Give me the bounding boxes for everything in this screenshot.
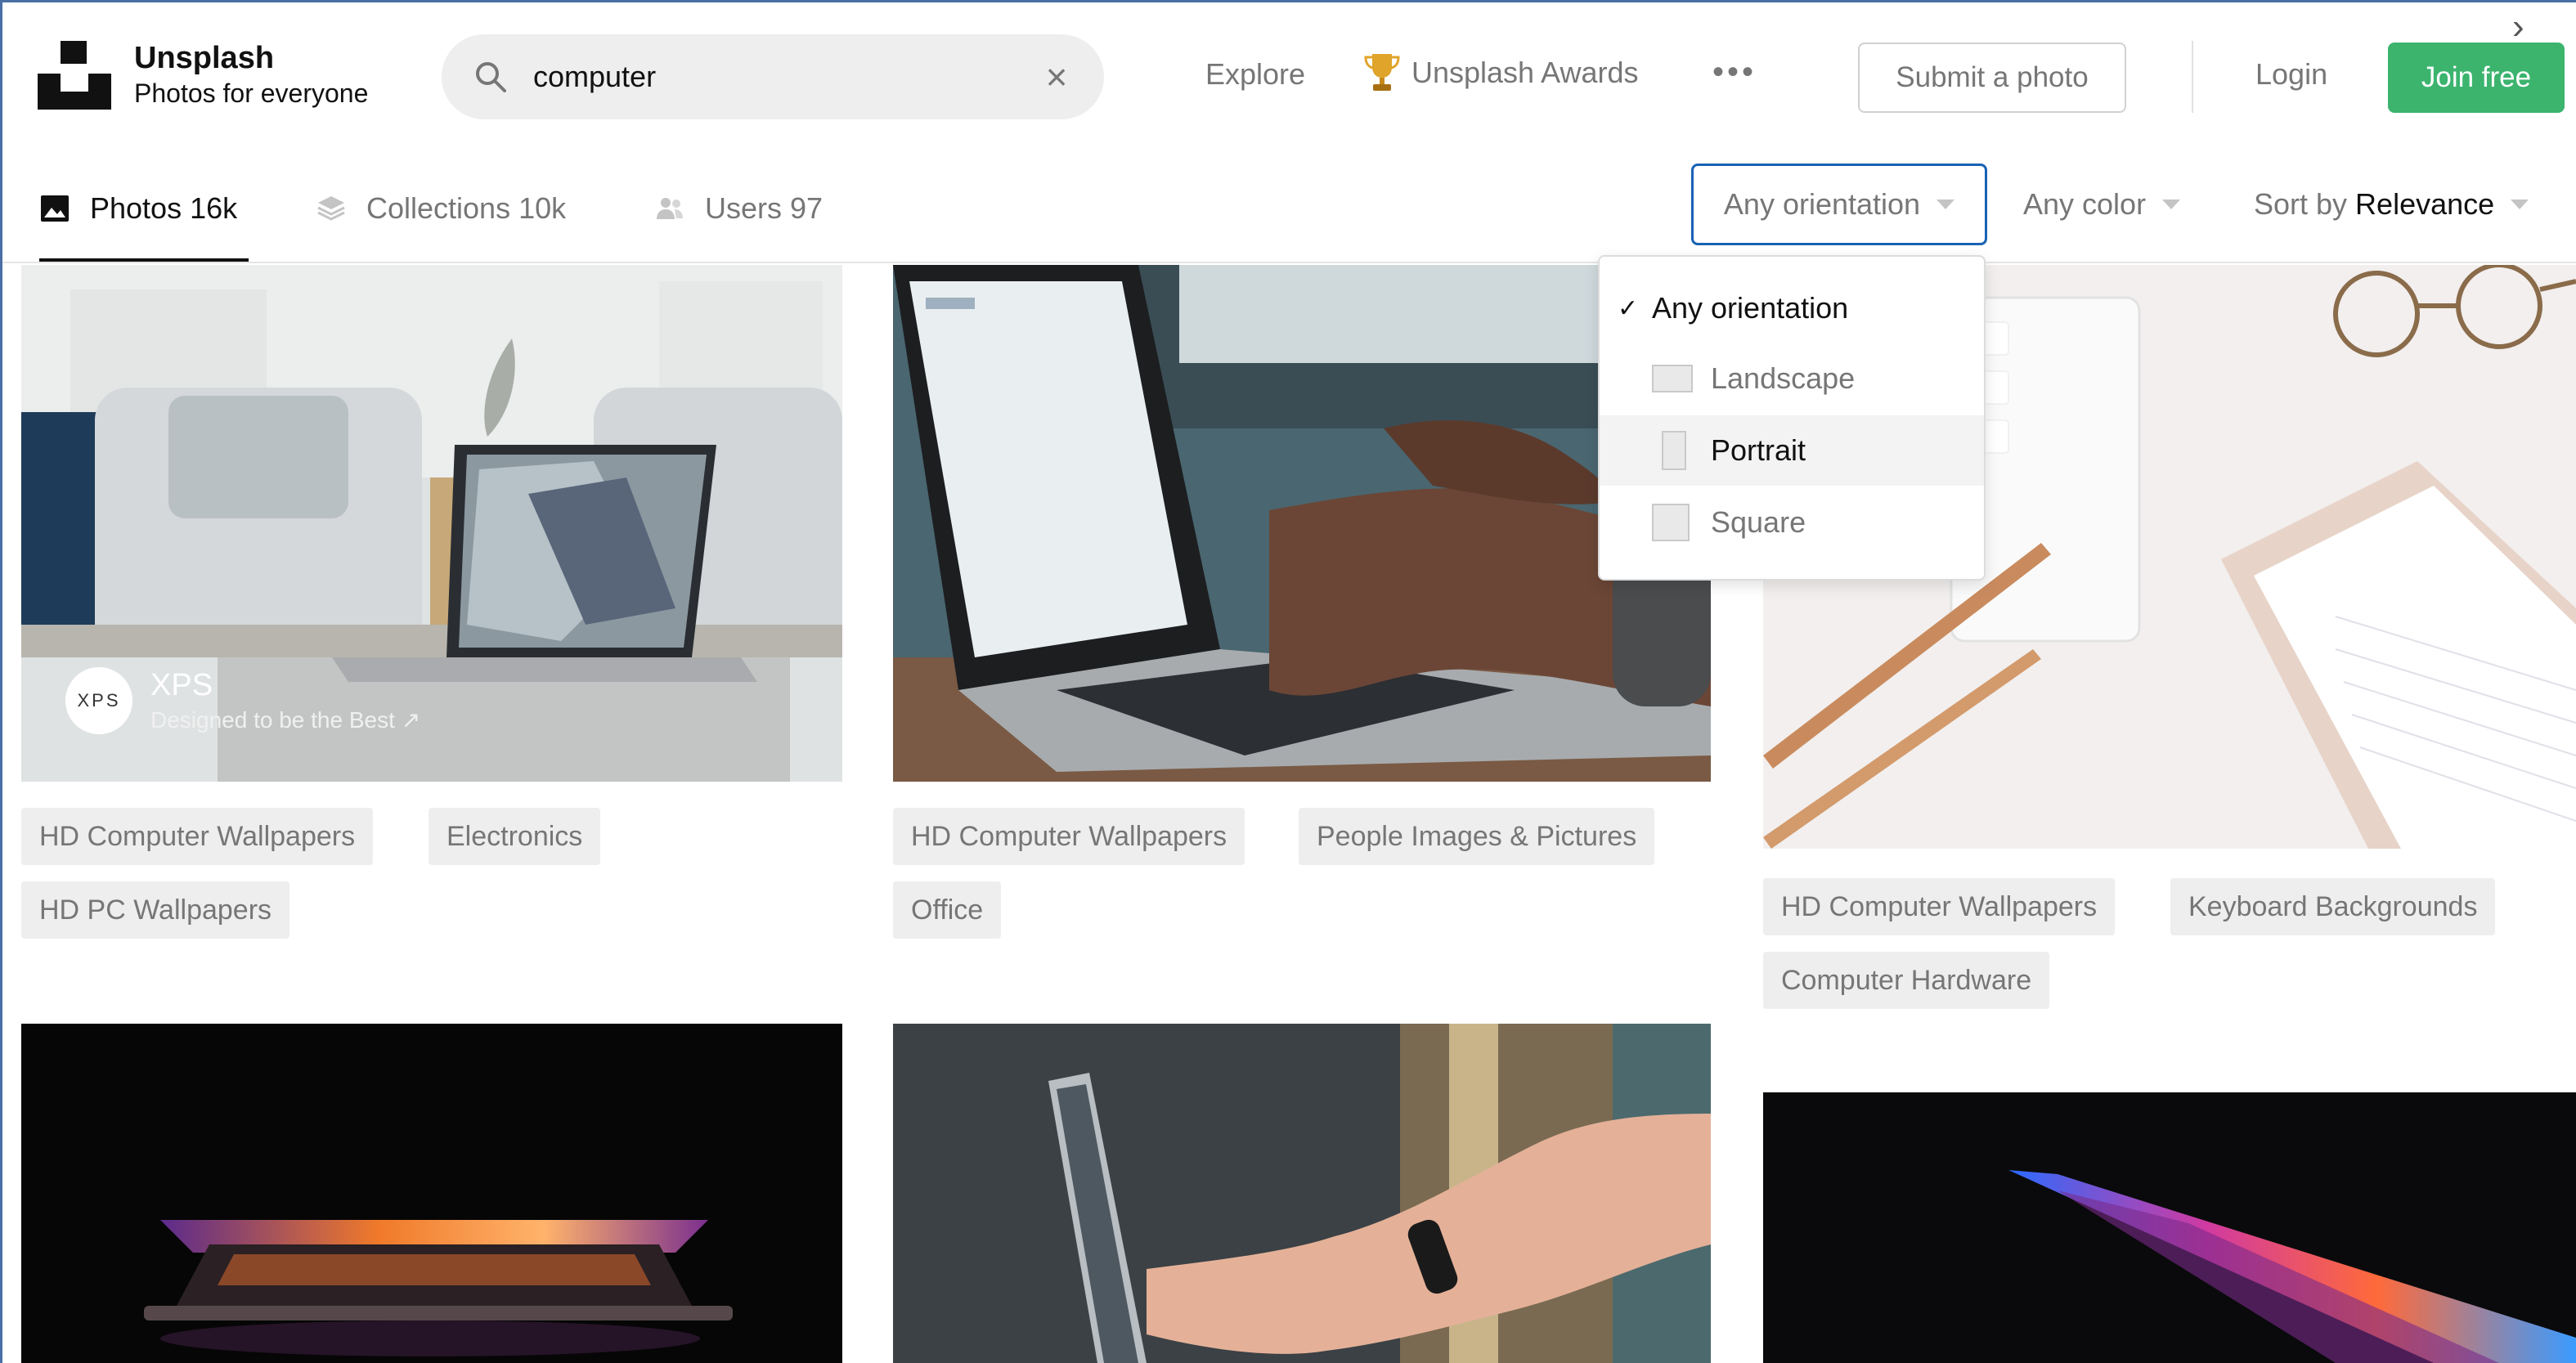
tag[interactable]: People Images & Pictures bbox=[1299, 808, 1655, 865]
search-subnav: Photos 16k Collections 10k Users 97 Any … bbox=[0, 155, 2576, 263]
submit-photo-button[interactable]: Submit a photo bbox=[1858, 43, 2126, 113]
login-link[interactable]: Login bbox=[2255, 57, 2327, 92]
nav-explore-link[interactable]: Explore bbox=[1205, 57, 1305, 92]
search-bar: × bbox=[442, 34, 1104, 119]
orientation-filter[interactable]: Any orientation bbox=[1691, 164, 1987, 245]
tag[interactable]: Keyboard Backgrounds bbox=[2170, 878, 2496, 935]
orientation-option-any[interactable]: ✓ Any orientation bbox=[1600, 273, 1984, 343]
chevron-right-icon[interactable]: › bbox=[2512, 7, 2524, 47]
option-label: Portrait bbox=[1711, 433, 1806, 467]
trophy-icon bbox=[1364, 54, 1400, 91]
sort-filter[interactable]: Sort by Relevance bbox=[2254, 164, 2529, 245]
photo-image bbox=[1763, 1092, 2576, 1363]
color-filter[interactable]: Any color bbox=[2023, 164, 2181, 245]
tag[interactable]: HD Computer Wallpapers bbox=[893, 808, 1245, 865]
orientation-dropdown-menu: ✓ Any orientation Landscape Portrait Squ… bbox=[1598, 255, 1986, 581]
top-header: Unsplash Photos for everyone × Explore U… bbox=[0, 0, 2576, 155]
sponsor-badge[interactable]: XPS XPS Designed to be the Best ↗ bbox=[65, 667, 420, 734]
nav-awards-link[interactable]: Unsplash Awards bbox=[1364, 52, 1639, 93]
photo-abstract-light[interactable] bbox=[1763, 1092, 2576, 1363]
photo-laptop-living-room[interactable]: XPS XPS Designed to be the Best ↗ bbox=[21, 265, 842, 782]
photo-image bbox=[893, 265, 1711, 782]
photo-image bbox=[893, 1024, 1711, 1363]
tab-collections-label: Collections 10k bbox=[366, 191, 567, 225]
square-shape-icon bbox=[1652, 504, 1690, 541]
photo-image bbox=[21, 1024, 842, 1363]
tab-users[interactable]: Users 97 bbox=[654, 188, 823, 229]
active-tab-indicator bbox=[39, 258, 249, 262]
sponsor-subtitle: Designed to be the Best ↗ bbox=[150, 707, 421, 733]
search-icon[interactable] bbox=[474, 61, 507, 93]
option-label: Landscape bbox=[1711, 361, 1856, 395]
unsplash-logo-icon[interactable] bbox=[38, 41, 111, 110]
tab-photos-label: Photos 16k bbox=[90, 191, 238, 225]
chevron-down-icon bbox=[1936, 200, 1955, 209]
search-input[interactable] bbox=[533, 54, 1024, 100]
option-label: Square bbox=[1711, 505, 1806, 539]
users-icon bbox=[657, 198, 683, 219]
chevron-down-icon bbox=[2162, 200, 2181, 209]
photo-icon bbox=[41, 195, 69, 222]
brand-tagline: Photos for everyone bbox=[134, 78, 369, 108]
orientation-option-portrait[interactable]: Portrait bbox=[1600, 415, 1984, 486]
sponsor-name: XPS bbox=[150, 668, 213, 702]
more-icon[interactable]: ••• bbox=[1712, 54, 1757, 91]
option-label: Any orientation bbox=[1652, 291, 1849, 325]
checkmark-icon: ✓ bbox=[1618, 294, 1639, 322]
color-filter-label: Any color bbox=[2023, 187, 2147, 221]
sort-filter-prefix: Sort by bbox=[2254, 187, 2348, 221]
tag[interactable]: HD Computer Wallpapers bbox=[21, 808, 374, 865]
orientation-option-landscape[interactable]: Landscape bbox=[1600, 343, 1984, 414]
tab-collections[interactable]: Collections 10k bbox=[316, 188, 566, 229]
photo-typing-laptop[interactable] bbox=[893, 265, 1711, 782]
collections-icon bbox=[317, 196, 345, 221]
tab-photos[interactable]: Photos 16k bbox=[39, 188, 237, 229]
landscape-shape-icon bbox=[1652, 365, 1693, 392]
tag[interactable]: Office bbox=[893, 881, 1002, 939]
orientation-option-square[interactable]: Square bbox=[1600, 487, 1984, 558]
tag[interactable]: Electronics bbox=[429, 808, 601, 865]
header-divider bbox=[2192, 41, 2193, 113]
close-icon[interactable]: × bbox=[1037, 57, 1076, 96]
photo-laptop-dark[interactable] bbox=[21, 1024, 842, 1363]
tab-users-label: Users 97 bbox=[705, 191, 824, 225]
tag[interactable]: HD Computer Wallpapers bbox=[1763, 878, 2116, 935]
tag[interactable]: Computer Hardware bbox=[1763, 952, 2050, 1009]
xps-logo: XPS bbox=[65, 667, 132, 734]
photo-pointing-laptop[interactable] bbox=[893, 1024, 1711, 1363]
join-free-button[interactable]: Join free bbox=[2388, 43, 2565, 113]
orientation-filter-label: Any orientation bbox=[1723, 187, 1921, 221]
chevron-down-icon bbox=[2511, 200, 2529, 209]
nav-awards-label: Unsplash Awards bbox=[1411, 56, 1639, 89]
portrait-shape-icon bbox=[1662, 431, 1686, 470]
brand-name[interactable]: Unsplash bbox=[134, 41, 274, 76]
tag[interactable]: HD PC Wallpapers bbox=[21, 881, 290, 939]
sort-filter-value: Relevance bbox=[2355, 187, 2495, 221]
